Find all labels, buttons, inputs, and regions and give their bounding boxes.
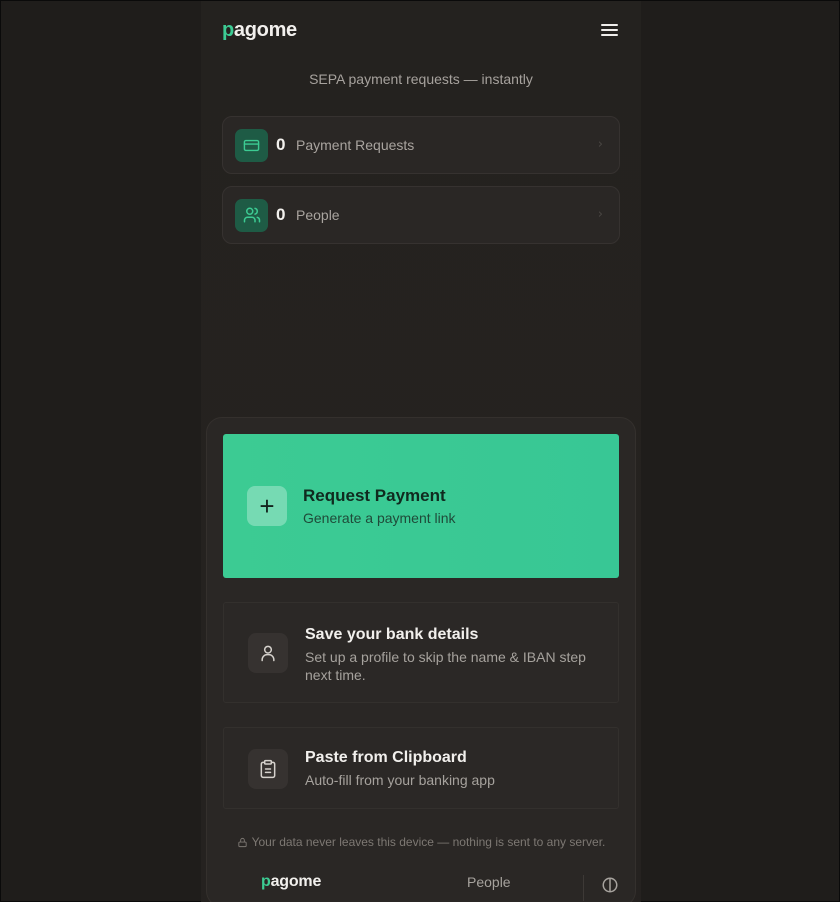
plus-icon: + — [247, 486, 287, 526]
save-bank-details-subtitle: Set up a profile to skip the name & IBAN… — [305, 649, 586, 683]
footer: pagome People — [206, 863, 636, 902]
people-label: People — [296, 207, 340, 223]
request-payment-button[interactable]: + Request Payment Generate a payment lin… — [223, 434, 619, 578]
theme-toggle-icon[interactable] — [601, 876, 619, 894]
credit-card-icon — [235, 128, 268, 162]
request-payment-title: Request Payment — [303, 486, 446, 505]
payment-requests-count: 0 — [276, 135, 286, 154]
user-icon — [248, 633, 288, 673]
logo[interactable]: pagome — [222, 19, 297, 42]
chevron-right-icon: › — [597, 207, 603, 222]
footer-logo[interactable]: pagome — [261, 873, 321, 891]
payment-requests-label: Payment Requests — [296, 137, 415, 153]
paste-clipboard-subtitle: Auto-fill from your banking app — [305, 772, 495, 788]
privacy-note: Your data never leaves this device — not… — [223, 835, 619, 849]
payment-requests-card[interactable]: 0 Payment Requests › — [222, 116, 620, 174]
save-bank-details-title: Save your bank details — [305, 626, 479, 643]
tagline: SEPA payment requests — instantly — [309, 71, 533, 87]
people-card[interactable]: 0 People › — [222, 186, 620, 244]
footer-people-link[interactable]: People — [467, 874, 511, 890]
lock-icon — [237, 837, 247, 847]
request-payment-subtitle: Generate a payment link — [303, 510, 456, 526]
chevron-right-icon: › — [597, 137, 603, 152]
footer-divider — [583, 875, 584, 901]
save-bank-details-button[interactable]: Save your bank details Set up a profile … — [223, 602, 619, 703]
paste-clipboard-title: Paste from Clipboard — [305, 749, 467, 766]
people-count: 0 — [276, 205, 286, 224]
people-icon — [235, 198, 268, 232]
paste-clipboard-button[interactable]: Paste from Clipboard Auto-fill from your… — [223, 727, 619, 809]
hamburger-menu-icon[interactable] — [600, 22, 620, 38]
clipboard-icon — [248, 749, 288, 789]
header: pagome — [222, 17, 620, 43]
privacy-text: Your data never leaves this device — not… — [251, 835, 606, 849]
